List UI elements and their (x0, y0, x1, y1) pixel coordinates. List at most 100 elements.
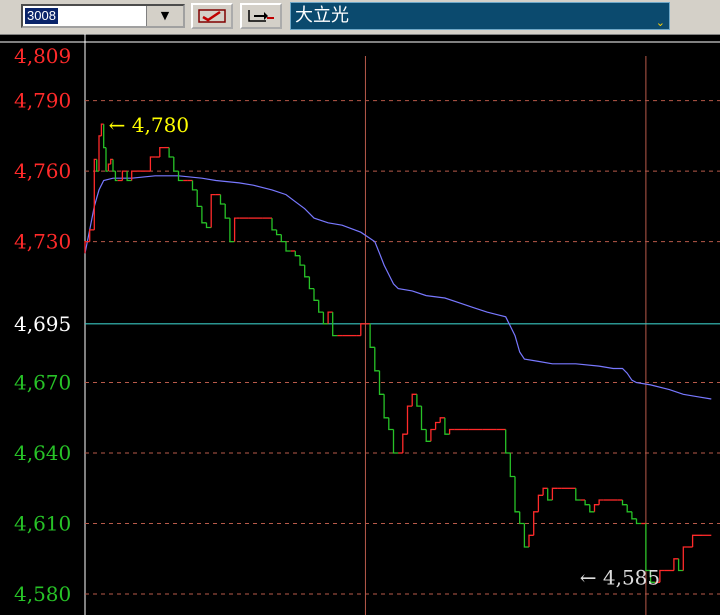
price-segment (275, 229, 282, 236)
price-segment (280, 234, 286, 243)
price-segment (402, 433, 408, 453)
price-segment (392, 429, 399, 454)
price-segment (547, 488, 553, 501)
price-segment (114, 171, 118, 182)
price-segment (598, 499, 604, 505)
price-segment (210, 193, 216, 228)
price-segment (691, 534, 702, 547)
price-segment (304, 265, 310, 278)
edit-button[interactable] (191, 3, 233, 29)
price-segment (593, 504, 600, 512)
price-segment (201, 206, 207, 224)
price-segment (126, 171, 132, 182)
price-segment (196, 189, 202, 208)
price-segment (168, 147, 174, 158)
price-segment (434, 421, 441, 430)
price-segment (98, 135, 102, 172)
y-tick-label: 4,730 (14, 230, 71, 254)
price-segment (631, 511, 637, 520)
intraday-chart: 4,809 4,790 4,760 4,730 4,695 4,670 4,640 4,610… (0, 34, 720, 615)
price-segment (425, 429, 431, 442)
price-segment (360, 323, 366, 336)
price-segment (659, 569, 665, 583)
price-segment (411, 393, 417, 407)
y-tick-label: 4,580 (14, 582, 71, 606)
price-segment (294, 251, 300, 257)
pencil-check-icon (198, 9, 226, 23)
chevron-down-icon[interactable]: ▼ (146, 6, 183, 26)
price-segment (89, 229, 95, 242)
stock-name: 大立光 (295, 5, 349, 26)
price-segment (107, 163, 111, 172)
price-segment (416, 394, 422, 407)
price-segment (551, 487, 558, 500)
price-segment (509, 453, 515, 478)
price-segment (542, 487, 548, 496)
price-segment (621, 500, 628, 506)
price-segment (444, 417, 450, 435)
export-arrow-icon (248, 10, 274, 22)
export-button[interactable] (240, 3, 282, 29)
price-segment (505, 429, 511, 454)
price-segment (626, 504, 632, 513)
price-segment (224, 204, 230, 219)
price-segment (575, 488, 581, 501)
y-tick-label: 4,670 (14, 371, 71, 395)
stock-code-input[interactable]: 3008 (25, 8, 58, 24)
price-segment (673, 558, 679, 571)
price-segment (308, 276, 314, 290)
price-segment (271, 218, 277, 231)
price-segment (318, 300, 324, 313)
price-segment (103, 124, 106, 149)
average-price-line (84, 175, 712, 400)
price-segment (313, 288, 319, 301)
price-segment (285, 241, 291, 252)
price-segment (514, 476, 520, 513)
price-segment (229, 218, 235, 243)
price-segment (420, 406, 427, 431)
low-price-label: ← 4,585 (580, 565, 660, 589)
price-segment (233, 217, 237, 242)
price-segment (159, 146, 165, 157)
y-tick-label: 4,610 (14, 512, 71, 536)
y-tick-label: 4,695 (14, 312, 71, 336)
high-price-label: ← 4,780 (109, 113, 189, 137)
price-segment (112, 159, 116, 172)
price-segment (299, 255, 305, 266)
price-segment (149, 156, 156, 172)
price-segment (219, 194, 226, 205)
y-tick-label: 4,640 (14, 441, 71, 465)
price-segment (173, 157, 179, 172)
price-segment (537, 494, 544, 512)
y-tick-label: 4,790 (14, 89, 71, 113)
price-segment (374, 347, 380, 372)
price-segment (519, 511, 525, 525)
toolbar: 3008 ▼ 大立光 ⌄ (0, 0, 720, 35)
price-segment (406, 405, 413, 435)
price-segment (383, 394, 389, 419)
price-segment (584, 500, 590, 506)
price-segment (322, 312, 329, 325)
price-segment (439, 417, 445, 423)
caret-down-icon[interactable]: ⌄ (656, 17, 665, 29)
price-segment (523, 523, 529, 548)
price-segment (682, 546, 688, 571)
y-tick-label: 4,809 (14, 44, 71, 68)
price-segment (645, 523, 651, 572)
price-segment (205, 222, 212, 229)
price-segment (677, 558, 684, 572)
price-segment (448, 428, 455, 435)
y-tick-label: 4,760 (14, 159, 71, 183)
price-segment (430, 428, 436, 442)
price-segment (635, 518, 642, 525)
price-segment (131, 170, 137, 181)
stock-code-combo[interactable]: 3008 ▼ (21, 4, 185, 28)
price-segment (327, 311, 333, 324)
price-segment (191, 180, 198, 191)
price-segment (369, 323, 375, 348)
price-segment (589, 504, 595, 513)
price-segment (388, 417, 394, 431)
price-segment (121, 170, 128, 181)
price-segment (528, 534, 534, 547)
stock-name-field[interactable]: 大立光 ⌄ (290, 2, 670, 30)
